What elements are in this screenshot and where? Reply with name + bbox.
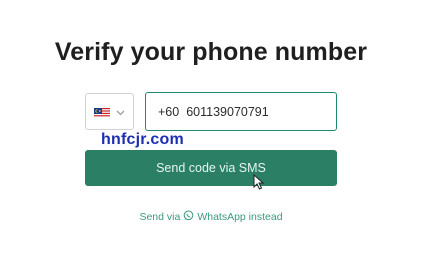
send-code-sms-button[interactable]: Send code via SMS: [85, 150, 337, 186]
country-code-select[interactable]: [85, 93, 134, 130]
malaysia-flag-icon: [94, 106, 110, 117]
send-via-prefix: Send via: [139, 211, 181, 223]
send-code-sms-label: Send code via SMS: [156, 161, 266, 175]
phone-number-input[interactable]: +60 601139070791: [145, 92, 337, 131]
dial-code: +60: [158, 104, 180, 119]
whatsapp-instead-label: WhatsApp instead: [197, 211, 283, 223]
send-via-whatsapp-link[interactable]: Send via WhatsApp instead: [0, 210, 422, 224]
page-title: Verify your phone number: [54, 38, 368, 66]
mouse-cursor-icon: [253, 173, 265, 190]
watermark-text: hnfcjr.com: [101, 131, 184, 148]
chevron-down-icon: [116, 103, 125, 121]
verify-phone-page: Verify your phone number +60 60113907079…: [0, 0, 442, 277]
whatsapp-icon: [183, 210, 194, 224]
phone-number-value: 601139070791: [186, 104, 269, 119]
